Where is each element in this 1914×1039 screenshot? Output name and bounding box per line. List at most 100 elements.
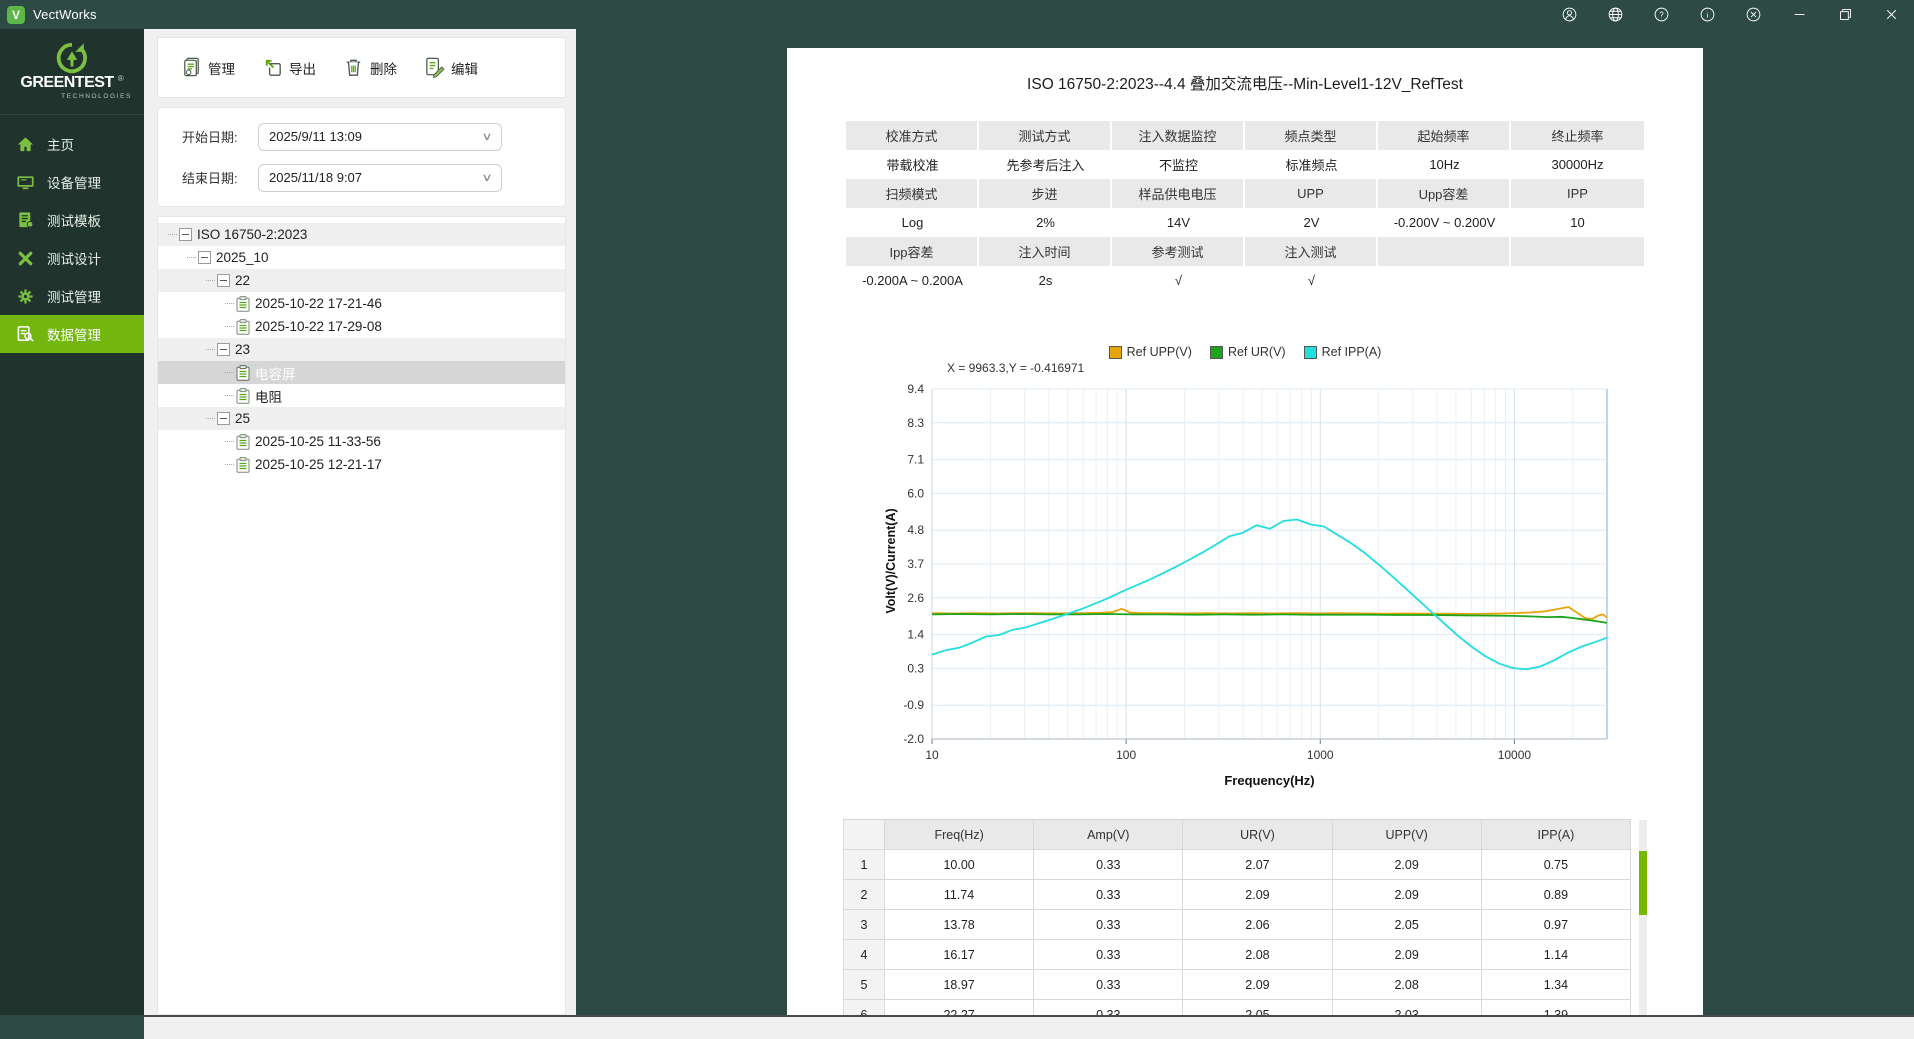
tree-item[interactable]: 2025_10 <box>158 246 565 269</box>
row-index-cell: 1 <box>844 850 885 880</box>
value-cell: 11.74 <box>885 880 1034 910</box>
column-header[interactable]: UR(V) <box>1183 820 1332 850</box>
collapse-icon[interactable] <box>198 251 211 264</box>
sidebar-item-template[interactable]: 测试模板 <box>0 201 144 239</box>
sidebar-item-gear[interactable]: 测试管理 <box>0 277 144 315</box>
tree-item-label: 电阻 <box>255 386 282 406</box>
row-index-cell: 5 <box>844 970 885 1000</box>
collapse-icon[interactable] <box>217 274 230 287</box>
record-icon <box>236 365 250 381</box>
svg-text:1000: 1000 <box>1307 748 1334 762</box>
end-date-picker[interactable]: 2025/11/18 9:07 ∨ <box>258 164 502 192</box>
tree-item[interactable]: 23 <box>158 338 565 361</box>
sidebar-item-design[interactable]: 测试设计 <box>0 239 144 277</box>
datamgr-icon <box>16 325 35 344</box>
tree-item[interactable]: 2025-10-25 12-21-17 <box>158 453 565 476</box>
value-cell: 2.03 <box>1332 1000 1481 1016</box>
param-value-cell: 带载校准 <box>846 150 979 179</box>
value-cell: 1.39 <box>1481 1000 1630 1016</box>
svg-text:9.4: 9.4 <box>907 382 924 396</box>
column-header[interactable]: UPP(V) <box>1332 820 1481 850</box>
legend-item[interactable]: Ref UR(V) <box>1210 345 1286 359</box>
tree-item[interactable]: 22 <box>158 269 565 292</box>
collapse-icon[interactable] <box>179 228 192 241</box>
toolbar-button-label: 导出 <box>289 58 316 78</box>
column-header[interactable]: IPP(A) <box>1481 820 1630 850</box>
value-cell: 2.09 <box>1183 880 1332 910</box>
tree-item-label: 25 <box>235 411 250 426</box>
value-cell: 1.14 <box>1481 940 1630 970</box>
table-row[interactable]: 211.740.332.092.090.89 <box>844 880 1631 910</box>
legend-swatch-icon <box>1109 346 1122 359</box>
record-icon <box>236 319 250 335</box>
user-icon[interactable] <box>1546 0 1592 29</box>
param-value-cell: √ <box>1112 266 1245 295</box>
tree-item[interactable]: ISO 16750-2:2023 <box>158 223 565 246</box>
svg-text:10000: 10000 <box>1498 748 1532 762</box>
tree-item[interactable]: 2025-10-22 17-21-46 <box>158 292 565 315</box>
collapse-icon[interactable] <box>217 343 230 356</box>
sidebar-item-label: 主页 <box>47 134 74 154</box>
tree-item-label: 23 <box>235 342 250 357</box>
delete-button[interactable]: 删除 <box>342 56 397 79</box>
tree-connector <box>168 234 177 235</box>
table-scrollbar-thumb[interactable] <box>1639 851 1647 915</box>
table-row[interactable]: 416.170.332.082.091.14 <box>844 940 1631 970</box>
table-row[interactable]: 518.970.332.092.081.34 <box>844 970 1631 1000</box>
value-cell: 16.17 <box>885 940 1034 970</box>
design-icon <box>16 249 35 268</box>
tools-icon[interactable] <box>1730 0 1776 29</box>
close-button[interactable] <box>1868 0 1914 29</box>
value-cell: 2.06 <box>1183 910 1332 940</box>
collapse-icon[interactable] <box>217 412 230 425</box>
frequency-response-chart[interactable]: 9.48.37.16.04.83.72.61.40.3-0.9-2.010100… <box>877 377 1617 797</box>
help-icon[interactable]: ? <box>1638 0 1684 29</box>
maximize-button[interactable] <box>1822 0 1868 29</box>
value-cell: 1.34 <box>1481 970 1630 1000</box>
tree-connector <box>206 280 215 281</box>
column-header[interactable]: Amp(V) <box>1034 820 1183 850</box>
tree-item[interactable]: 电容屏 <box>158 361 565 384</box>
tree-item[interactable]: 25 <box>158 407 565 430</box>
value-cell: 2.08 <box>1332 970 1481 1000</box>
svg-text:10: 10 <box>925 748 939 762</box>
table-row[interactable]: 313.780.332.062.050.97 <box>844 910 1631 940</box>
table-scrollbar[interactable] <box>1639 820 1647 1015</box>
minimize-button[interactable] <box>1776 0 1822 29</box>
start-date-label: 开始日期: <box>182 127 258 146</box>
legend-swatch-icon <box>1304 346 1317 359</box>
column-header[interactable]: Freq(Hz) <box>885 820 1034 850</box>
sidebar-item-device[interactable]: 设备管理 <box>0 163 144 201</box>
param-value-cell <box>1511 266 1644 295</box>
network-icon[interactable] <box>1592 0 1638 29</box>
value-cell: 2.09 <box>1332 850 1481 880</box>
info-icon[interactable]: i <box>1684 0 1730 29</box>
template-icon <box>16 211 35 230</box>
table-row[interactable]: 622.270.332.052.031.39 <box>844 1000 1631 1016</box>
home-icon <box>16 135 35 154</box>
table-row[interactable]: 110.000.332.072.090.75 <box>844 850 1631 880</box>
chevron-down-icon: ∨ <box>481 171 492 184</box>
parameter-table: 校准方式测试方式注入数据监控频点类型起始频率终止频率带载校准先参考后注入不监控标… <box>846 121 1644 295</box>
chart-block: X = 9963.3,Y = -0.416971 Volt(V)/Current… <box>787 361 1703 797</box>
edit-button[interactable]: 编辑 <box>423 56 478 79</box>
sidebar-item-label: 测试管理 <box>47 286 101 306</box>
start-date-picker[interactable]: 2025/9/11 13:09 ∨ <box>258 123 502 151</box>
param-header-cell: 起始频率 <box>1378 121 1511 150</box>
tree-item[interactable]: 电阻 <box>158 384 565 407</box>
toolbar-button-label: 管理 <box>208 58 235 78</box>
legend-item[interactable]: Ref IPP(A) <box>1304 345 1382 359</box>
sidebar-item-datamgr[interactable]: 数据管理 <box>0 315 144 353</box>
manage-button[interactable]: 管理 <box>180 56 235 79</box>
param-value-cell: 标准频点 <box>1245 150 1378 179</box>
tree-item-label: 2025-10-25 11-33-56 <box>255 434 381 449</box>
tree-item-label: ISO 16750-2:2023 <box>197 227 307 242</box>
export-button[interactable]: 导出 <box>261 56 316 79</box>
legend-item[interactable]: Ref UPP(V) <box>1109 345 1192 359</box>
sidebar-item-home[interactable]: 主页 <box>0 125 144 163</box>
tree-item[interactable]: 2025-10-25 11-33-56 <box>158 430 565 453</box>
tree-item[interactable]: 2025-10-22 17-29-08 <box>158 315 565 338</box>
param-header-cell: UPP <box>1245 179 1378 208</box>
legend-swatch-icon <box>1210 346 1223 359</box>
param-header-cell: 终止频率 <box>1511 121 1644 150</box>
